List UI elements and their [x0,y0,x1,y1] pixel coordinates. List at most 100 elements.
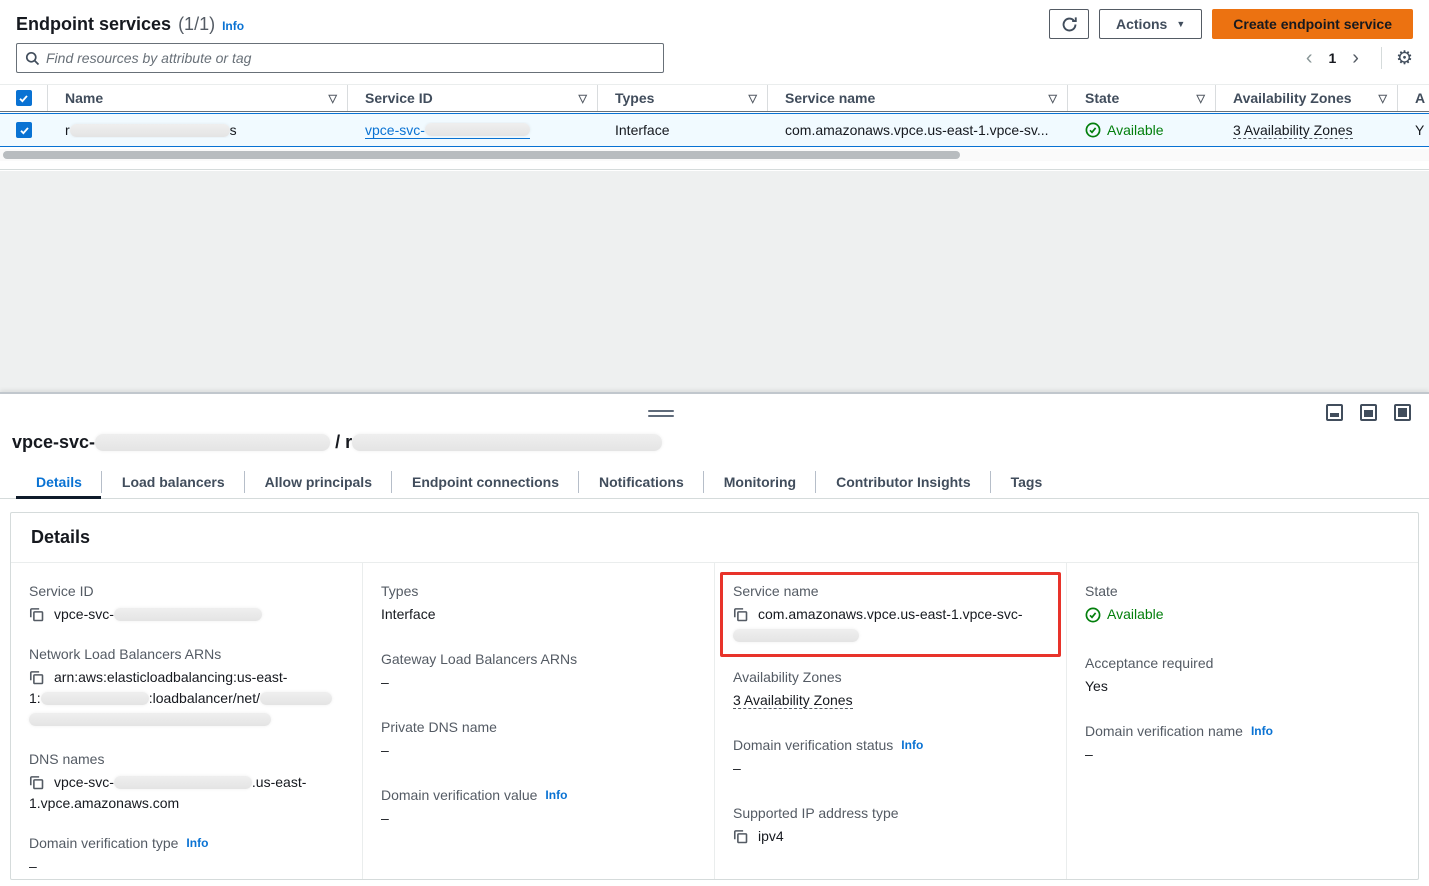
availability-zones-link[interactable]: 3 Availability Zones [1233,122,1353,139]
field-availability-zones: Availability Zones 3 Availability Zones [733,667,1048,711]
search-icon [25,51,40,66]
details-column-2: Types Interface Gateway Load Balancers A… [362,563,714,879]
cell-name: rs [48,122,348,138]
cell-state: Available [1068,122,1216,138]
copy-icon[interactable] [29,607,45,623]
page-number[interactable]: 1 [1324,50,1340,66]
panel-size-medium-icon[interactable] [1360,404,1377,421]
field-domain-verification-name: Domain verification nameInfo – [1085,721,1400,765]
page-header: Endpoint services (1/1) Info Actions ▼ C… [16,8,1413,40]
copy-icon[interactable] [733,829,749,845]
redacted-text [114,776,252,789]
info-link[interactable]: Info [901,735,923,755]
filter-icon[interactable]: ▽ [579,92,587,105]
redacted-text [260,692,332,705]
info-link[interactable]: Info [186,833,208,853]
field-supported-ip: Supported IP address type ipv4 [733,803,1048,847]
table-row[interactable]: rs vpce-svc- Interface com.amazonaws.vpc… [0,113,1429,147]
divider [1381,47,1382,69]
status-badge: Available [1085,604,1164,625]
redacted-text [95,434,330,451]
redacted-text [114,608,262,621]
copy-icon[interactable] [29,775,45,791]
redacted-text [29,713,271,726]
table-settings-gear-icon[interactable]: ⚙ [1396,49,1413,68]
horizontal-scrollbar[interactable] [0,149,1429,161]
actions-button[interactable]: Actions ▼ [1099,9,1202,39]
pagination-prev-button[interactable]: ‹ [1298,48,1321,68]
info-link[interactable]: Info [545,785,567,805]
column-header-state[interactable]: State▽ [1068,85,1216,111]
tab-details[interactable]: Details [16,466,102,498]
select-all-checkbox[interactable] [16,90,32,106]
scrollbar-thumb[interactable] [3,151,960,159]
field-domain-verification-type: Domain verification typeInfo – [29,833,344,877]
field-service-name: Service name com.amazonaws.vpce.us-east-… [733,581,1048,646]
details-column-4: State Available Acceptance required Yes … [1066,563,1418,879]
search-box[interactable] [16,43,664,73]
redacted-text [352,434,662,451]
endpoint-services-section: Endpoint services (1/1) Info Actions ▼ C… [0,0,1429,170]
field-gateway-arns: Gateway Load Balancers ARNs – [381,649,696,693]
redacted-text [41,692,149,705]
table-header: Name▽ Service ID▽ Types▽ Service name▽ S… [0,84,1429,112]
row-checkbox[interactable] [16,122,32,138]
status-badge: Available [1085,122,1164,138]
details-card-title: Details [11,513,1418,563]
tab-monitoring[interactable]: Monitoring [704,466,816,498]
caret-down-icon: ▼ [1176,19,1185,29]
select-all-cell [0,85,48,111]
info-link[interactable]: Info [1251,721,1273,741]
background-gap [0,171,1429,392]
redacted-text [70,124,230,137]
tab-notifications[interactable]: Notifications [579,466,704,498]
filter-icon[interactable]: ▽ [1379,92,1387,105]
tab-load-balancers[interactable]: Load balancers [102,466,245,498]
page-title: Endpoint services [16,14,171,35]
column-header-service-id[interactable]: Service ID▽ [348,85,598,111]
field-domain-verification-status: Domain verification statusInfo – [733,735,1048,779]
field-service-id: Service ID vpce-svc- [29,581,344,625]
resource-count: (1/1) [178,14,215,35]
cell-clipped: Y [1398,122,1429,138]
tab-endpoint-connections[interactable]: Endpoint connections [392,466,579,498]
redacted-text [733,629,859,642]
field-state: State Available [1085,581,1400,629]
cell-service-id: vpce-svc- [348,122,598,139]
filter-icon[interactable]: ▽ [329,92,337,105]
field-dns-names: DNS names vpce-svc-.us-east- 1.vpce.amaz… [29,749,344,814]
service-id-link[interactable]: vpce-svc- [365,122,530,139]
search-input[interactable] [46,50,655,66]
availability-zones-link[interactable]: 3 Availability Zones [733,692,853,709]
panel-title: vpce-svc- / r [12,432,662,453]
field-private-dns-name: Private DNS name – [381,717,696,761]
pagination-next-button[interactable]: › [1344,48,1367,68]
tab-tags[interactable]: Tags [991,466,1063,498]
field-acceptance-required: Acceptance required Yes [1085,653,1400,697]
filter-icon[interactable]: ▽ [1049,92,1057,105]
filter-icon[interactable]: ▽ [1197,92,1205,105]
refresh-button[interactable] [1049,9,1089,39]
redacted-text [425,123,530,136]
column-header-availability-zones[interactable]: Availability Zones▽ [1216,85,1398,111]
tab-allow-principals[interactable]: Allow principals [245,466,392,498]
details-column-3: Service name com.amazonaws.vpce.us-east-… [714,563,1066,879]
copy-icon[interactable] [29,670,45,686]
split-panel-drag-handle[interactable] [648,410,674,420]
panel-size-large-icon[interactable] [1394,404,1411,421]
filter-icon[interactable]: ▽ [749,92,757,105]
column-header-types[interactable]: Types▽ [598,85,768,111]
field-types: Types Interface [381,581,696,625]
create-endpoint-service-button[interactable]: Create endpoint service [1212,9,1413,39]
info-link[interactable]: Info [222,19,244,33]
tab-contributor-insights[interactable]: Contributor Insights [816,466,991,498]
column-header-clipped[interactable]: A [1398,85,1429,111]
panel-size-small-icon[interactable] [1326,404,1343,421]
service-name-highlight-box: Service name com.amazonaws.vpce.us-east-… [720,572,1061,657]
cell-service-name: com.amazonaws.vpce.us-east-1.vpce-sv... [768,122,1068,138]
tab-bar: Details Load balancers Allow principals … [0,466,1429,499]
pagination: ‹ 1 › ⚙ [1298,47,1413,69]
column-header-name[interactable]: Name▽ [48,85,348,111]
copy-icon[interactable] [733,607,749,623]
column-header-service-name[interactable]: Service name▽ [768,85,1068,111]
